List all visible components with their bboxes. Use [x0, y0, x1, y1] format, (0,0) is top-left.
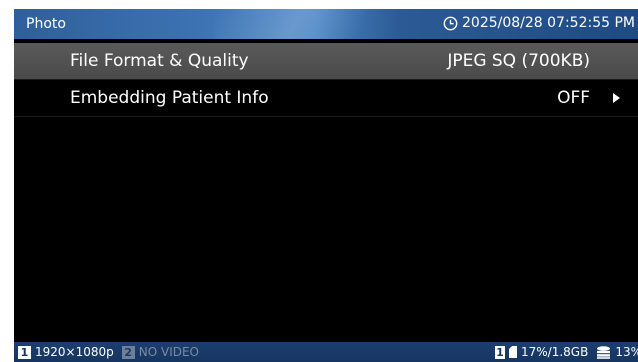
- input1-resolution: 1920×1080p: [35, 345, 114, 359]
- menu-item-value: OFF: [557, 88, 590, 108]
- right-triangle-icon: [613, 93, 620, 103]
- input1-badge: 1: [18, 345, 31, 359]
- storage-usage: 17%/1.8GB: [520, 345, 589, 359]
- input-status: 1 1920×1080p 2 NO VIDEO: [18, 345, 199, 359]
- disk-usage: 13%: [615, 345, 638, 359]
- status-bar: 1 1920×1080p 2 NO VIDEO 1 17%/1.8GB 13%: [14, 342, 638, 362]
- header-bar: Photo 2025/08/28 07:52:55 PM: [14, 9, 638, 39]
- storage-slot-badge: 1: [494, 345, 505, 359]
- menu-item-value: JPEG SQ (700KB): [447, 51, 590, 71]
- menu-item-file-format-quality[interactable]: File Format & Quality JPEG SQ (700KB): [14, 43, 638, 80]
- clock-icon: [443, 16, 458, 31]
- datetime-display: 2025/08/28 07:52:55 PM: [443, 15, 635, 31]
- storage-status: 1 17%/1.8GB 13%: [494, 345, 638, 359]
- input2-status: NO VIDEO: [138, 345, 200, 359]
- disk-icon: [596, 345, 611, 359]
- screen: Photo 2025/08/28 07:52:55 PM File Format…: [14, 9, 638, 362]
- header-shine: [214, 9, 394, 39]
- menu-item-label: File Format & Quality: [70, 51, 249, 71]
- datetime-text: 2025/08/28 07:52:55 PM: [462, 15, 635, 31]
- input2-badge: 2: [121, 345, 135, 359]
- menu-item-label: Embedding Patient Info: [70, 88, 269, 108]
- sd-card-icon: [508, 346, 517, 358]
- menu-item-embedding-patient-info[interactable]: Embedding Patient Info OFF: [14, 80, 638, 117]
- settings-menu: File Format & Quality JPEG SQ (700KB) Em…: [14, 43, 638, 117]
- page-title: Photo: [26, 16, 66, 32]
